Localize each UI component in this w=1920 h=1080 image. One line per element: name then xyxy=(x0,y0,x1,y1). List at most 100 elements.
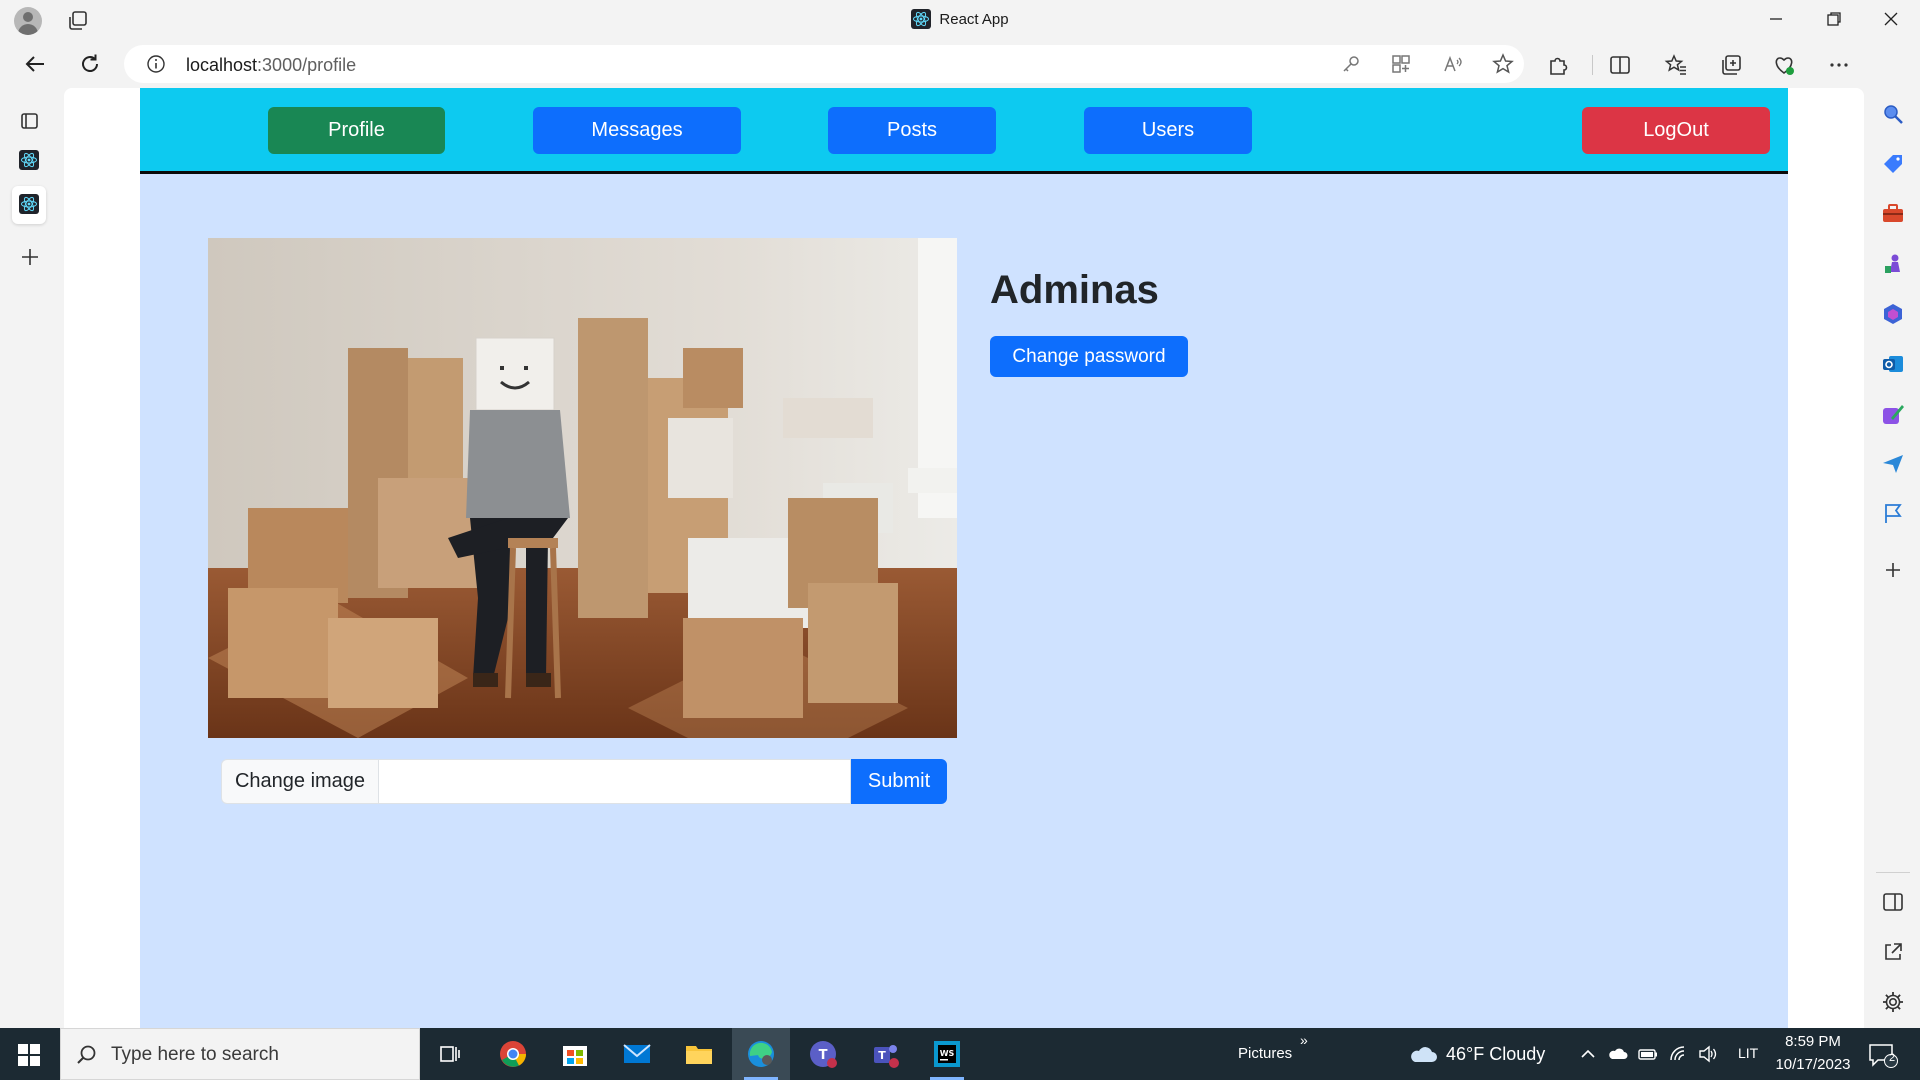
games-chess-icon[interactable] xyxy=(1881,252,1905,276)
tab-react-app-2[interactable] xyxy=(12,186,46,224)
split-screen-icon[interactable] xyxy=(1608,53,1632,77)
settings-gear-icon[interactable] xyxy=(1881,990,1905,1014)
mail-icon xyxy=(623,1044,651,1063)
shopping-tag-icon[interactable] xyxy=(1881,152,1905,176)
show-hidden-icons-chevron-icon[interactable] xyxy=(1578,1044,1598,1064)
open-external-icon[interactable] xyxy=(1881,940,1905,964)
svg-text:T: T xyxy=(878,1049,886,1062)
new-tab-plus-icon[interactable] xyxy=(19,246,41,268)
teams-icon: T xyxy=(874,1045,899,1068)
react-app: Profile Messages Posts Users LogOut Admi… xyxy=(140,88,1788,1028)
change-image-label[interactable]: Change image xyxy=(221,759,379,804)
profile-username: Adminas xyxy=(990,268,1159,312)
weather-text[interactable]: 46°F Cloudy xyxy=(1446,1044,1545,1065)
favorites-icon[interactable] xyxy=(1664,53,1688,77)
taskbar-chrome[interactable] xyxy=(484,1028,542,1080)
task-view-button[interactable] xyxy=(421,1028,479,1080)
hide-sidebar-icon[interactable] xyxy=(1881,890,1905,914)
favorite-star-icon[interactable] xyxy=(1492,53,1514,75)
battery-icon[interactable] xyxy=(1638,1044,1658,1064)
onedrive-cloud-icon[interactable] xyxy=(1608,1044,1628,1064)
read-aloud-icon[interactable] xyxy=(1442,53,1464,75)
wifi-icon[interactable] xyxy=(1668,1044,1688,1064)
taskbar-edge[interactable] xyxy=(732,1028,790,1080)
back-arrow-icon[interactable] xyxy=(22,51,48,77)
search-icon[interactable] xyxy=(1881,102,1905,126)
volume-icon[interactable] xyxy=(1698,1044,1718,1064)
feedback-flag-icon[interactable] xyxy=(1881,502,1905,526)
add-sidebar-app-icon[interactable] xyxy=(1881,558,1905,582)
react-tab-icon xyxy=(19,150,39,170)
restore-icon[interactable] xyxy=(1823,8,1845,30)
window-title-text: React App xyxy=(939,11,1009,28)
url-host: localhost xyxy=(186,55,258,75)
windows-taskbar: Type here to search T T WS Pictures » 46… xyxy=(0,1028,1920,1080)
profile-photo xyxy=(208,238,957,738)
extensions-icon[interactable] xyxy=(1547,53,1571,77)
taskbar-mail[interactable] xyxy=(608,1028,666,1080)
tools-briefcase-icon[interactable] xyxy=(1881,202,1905,226)
microsoft-store-icon xyxy=(563,1046,587,1066)
cloudy-weather-icon xyxy=(1411,1047,1437,1062)
react-tab-icon xyxy=(19,194,39,214)
edge-sidebar xyxy=(1866,40,1920,1028)
svg-text:WS: WS xyxy=(940,1049,955,1058)
taskbar-time[interactable]: 8:59 PM xyxy=(1772,1033,1854,1050)
minimize-icon[interactable] xyxy=(1765,8,1787,30)
nav-users-button[interactable]: Users xyxy=(1084,107,1252,154)
windows-start-icon[interactable] xyxy=(18,1044,40,1066)
browser-toolbar: localhost:3000/profile xyxy=(0,40,1920,88)
task-view-icon xyxy=(440,1046,460,1062)
sidebar-divider xyxy=(1876,872,1910,873)
url-text[interactable]: localhost:3000/profile xyxy=(186,55,356,76)
svg-text:T: T xyxy=(819,1048,828,1063)
edge-icon xyxy=(748,1041,774,1067)
outlook-icon[interactable] xyxy=(1881,352,1905,376)
vertical-tabs-panel xyxy=(0,88,62,1028)
app-available-icon[interactable] xyxy=(1390,53,1412,75)
page-viewport: Profile Messages Posts Users LogOut Admi… xyxy=(64,88,1864,1028)
designer-icon[interactable] xyxy=(1881,402,1905,426)
refresh-icon[interactable] xyxy=(77,51,103,77)
search-placeholder: Type here to search xyxy=(111,1044,279,1065)
webstorm-icon: WS xyxy=(934,1041,960,1067)
nav-messages-button[interactable]: Messages xyxy=(533,107,741,154)
search-icon xyxy=(77,1045,96,1064)
chrome-icon xyxy=(500,1041,526,1067)
send-paper-plane-icon[interactable] xyxy=(1881,452,1905,476)
logout-button[interactable]: LogOut xyxy=(1582,107,1770,154)
submit-button[interactable]: Submit xyxy=(851,759,947,804)
collections-icon[interactable] xyxy=(1719,53,1743,77)
taskbar-webstorm[interactable]: WS xyxy=(918,1028,976,1080)
app-navbar: Profile Messages Posts Users LogOut xyxy=(140,88,1788,174)
tab-actions-icon[interactable] xyxy=(19,110,41,132)
taskbar-teams-2[interactable]: T xyxy=(856,1028,914,1080)
password-key-icon[interactable] xyxy=(1340,53,1362,75)
folder-icon xyxy=(686,1046,712,1064)
taskbar-date[interactable]: 10/17/2023 xyxy=(1772,1056,1854,1073)
tab-react-app-1[interactable] xyxy=(12,142,46,180)
more-options-icon[interactable] xyxy=(1827,53,1851,77)
change-password-button[interactable]: Change password xyxy=(990,336,1188,377)
taskbar-store[interactable] xyxy=(546,1028,604,1080)
image-upload-group: Change image Submit xyxy=(221,759,947,804)
window-title-bar: React App xyxy=(0,0,1920,40)
microsoft-365-icon[interactable] xyxy=(1881,302,1905,326)
nav-posts-button[interactable]: Posts xyxy=(828,107,996,154)
image-file-input[interactable] xyxy=(379,759,851,804)
teams-icon: T xyxy=(810,1041,837,1068)
close-icon[interactable] xyxy=(1880,8,1902,30)
notification-count-badge: 2 xyxy=(1888,1052,1896,1064)
toolbar-divider xyxy=(1592,55,1593,75)
taskbar-teams-1[interactable]: T xyxy=(794,1028,852,1080)
address-bar[interactable]: localhost:3000/profile xyxy=(124,45,1524,83)
taskbar-search-box[interactable]: Type here to search xyxy=(60,1028,420,1080)
browser-essentials-icon[interactable] xyxy=(1772,53,1796,77)
input-language-indicator[interactable]: LIT xyxy=(1738,1045,1758,1061)
react-tab-icon xyxy=(911,8,932,29)
site-info-icon[interactable] xyxy=(146,54,166,74)
toolbar-expand-chevron[interactable]: » xyxy=(1300,1032,1308,1048)
nav-profile-button[interactable]: Profile xyxy=(268,107,445,154)
pictures-toolbar-label[interactable]: Pictures xyxy=(1238,1045,1292,1062)
taskbar-file-explorer[interactable] xyxy=(670,1028,728,1080)
